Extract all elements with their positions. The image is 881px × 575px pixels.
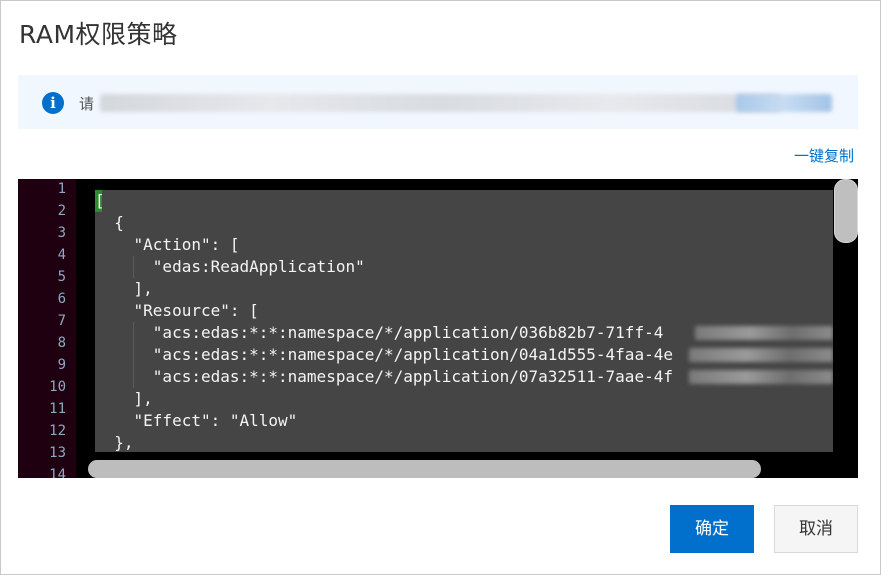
- code-line: "Resource": [: [95, 301, 259, 320]
- code-line: "Action": [: [95, 235, 240, 254]
- code-line: "acs:edas:*:*:namespace/*/application/07…: [95, 367, 673, 386]
- line-number: 11: [49, 401, 66, 417]
- line-number: 13: [49, 445, 66, 461]
- dialog-title: RAM权限策略: [19, 20, 178, 49]
- line-number: 3: [57, 225, 66, 241]
- code-line: ],: [95, 389, 153, 408]
- redacted-resource-id: [689, 370, 833, 384]
- code-line: "acs:edas:*:*:namespace/*/application/04…: [95, 345, 673, 364]
- line-number: 5: [57, 269, 66, 285]
- cancel-button[interactable]: 取消: [774, 505, 858, 553]
- line-number: 14: [49, 467, 66, 478]
- line-number: 4: [57, 247, 66, 263]
- code-line: "Effect": "Allow": [95, 411, 298, 430]
- line-number: 1: [57, 181, 66, 197]
- line-number: 12: [49, 423, 66, 439]
- code-content[interactable]: [ { "Action": [ "edas:ReadApplication" ]…: [95, 190, 833, 452]
- code-line: "edas:ReadApplication": [95, 257, 365, 276]
- copy-all-link[interactable]: 一键复制: [794, 145, 854, 166]
- code-line: {: [95, 213, 124, 232]
- code-line: "acs:edas:*:*:namespace/*/application/03…: [95, 323, 664, 342]
- line-number-gutter: 1 2 3 4 5 6 7 8 9 10 11 12 13 14: [18, 179, 76, 478]
- code-line: ],: [95, 279, 153, 298]
- ram-policy-dialog: RAM权限策略 i 请 一键复制 1 2 3 4 5 6 7 8 9 10 11…: [0, 0, 881, 575]
- info-notice: i 请: [18, 75, 858, 129]
- line-number: 9: [57, 357, 66, 373]
- line-number: 6: [57, 291, 66, 307]
- code-line-1: [: [95, 190, 105, 212]
- horizontal-scrollbar[interactable]: [88, 460, 761, 478]
- line-number: 2: [57, 203, 66, 219]
- notice-text: 请: [79, 96, 95, 113]
- confirm-button[interactable]: 确定: [670, 505, 754, 553]
- line-number: 7: [57, 313, 66, 329]
- line-number: 8: [57, 335, 66, 351]
- notice-redacted-text: [100, 94, 780, 112]
- redacted-resource-id: [689, 348, 833, 362]
- code-editor[interactable]: 1 2 3 4 5 6 7 8 9 10 11 12 13 14 [ { "Ac…: [18, 179, 858, 478]
- info-icon: i: [42, 92, 64, 114]
- code-line: },: [95, 433, 134, 452]
- code-line: [: [95, 190, 105, 212]
- line-number: 10: [49, 379, 66, 395]
- notice-redacted-link[interactable]: [736, 94, 832, 112]
- vertical-scrollbar[interactable]: [834, 179, 858, 243]
- redacted-resource-id: [695, 326, 833, 340]
